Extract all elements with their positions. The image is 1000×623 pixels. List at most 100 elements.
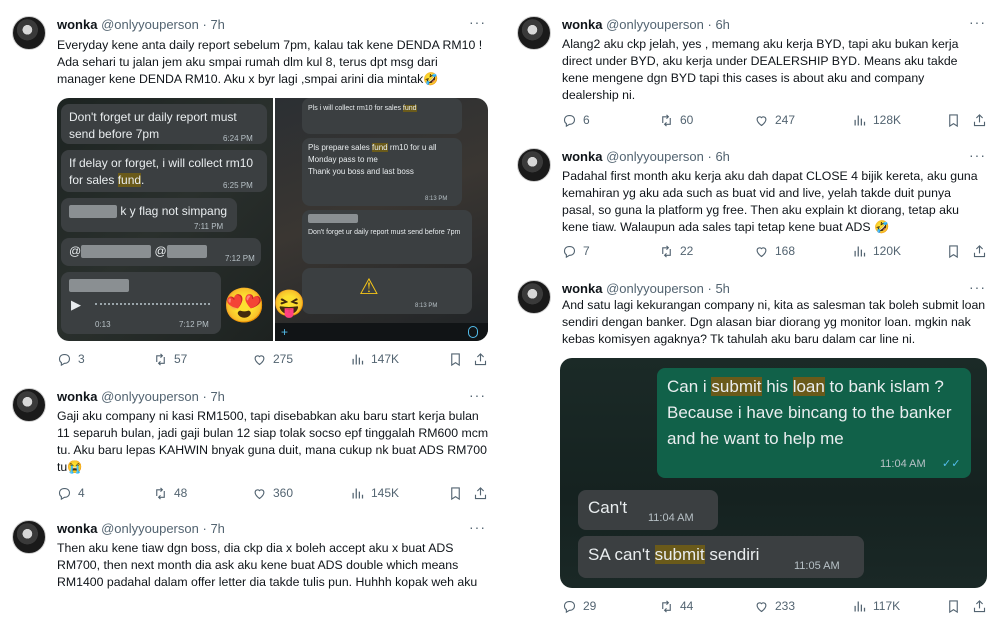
avatar[interactable] [517,148,551,182]
heart-icon [252,352,267,367]
timestamp[interactable]: 7h [210,17,224,32]
author-handle[interactable]: @onlyyouperson [606,281,704,296]
tweet-daily-report[interactable]: wonka @onlyyouperson · 7h ··· Everyday k… [0,0,500,380]
share-button[interactable] [473,486,488,501]
mic-icon[interactable] [468,326,478,338]
tweet-boss[interactable]: wonka @onlyyouperson · 7h ··· Then aku k… [0,512,500,623]
share-button[interactable] [972,599,987,614]
more-options-icon[interactable]: ··· [969,279,986,295]
redacted-block [81,245,152,259]
like-button[interactable]: 233 [754,599,795,614]
chat-input-bar[interactable] [275,323,488,341]
like-button[interactable]: 168 [754,244,795,259]
timestamp[interactable]: 5h [715,281,729,296]
message-time: 6:25 PM [223,181,253,190]
tweet-loan[interactable]: wonka @onlyyouperson · 5h ··· And satu l… [505,270,1000,623]
avatar[interactable] [12,16,46,50]
reply-button[interactable]: 29 [562,599,596,614]
like-count: 247 [775,113,796,127]
avatar[interactable] [517,16,551,50]
read-receipt-icon: ✓✓ [942,458,961,470]
views-button[interactable]: 120K [852,244,901,259]
author-name[interactable]: wonka [57,521,97,536]
more-options-icon[interactable]: ··· [469,14,486,30]
separator-dot: · [202,521,207,536]
views-button[interactable]: 128K [852,113,901,128]
bookmark-button[interactable] [946,244,961,259]
author-handle[interactable]: @onlyyouperson [101,521,199,536]
plus-icon[interactable]: + [281,325,288,339]
tweet-header: wonka @onlyyouperson · 7h [57,521,225,536]
more-options-icon[interactable]: ··· [469,519,486,535]
more-options-icon[interactable]: ··· [969,147,986,163]
retweet-icon [659,244,674,259]
message-text: Don't forget ur daily report must send b… [308,229,461,236]
views-button[interactable]: 117K [852,599,900,614]
like-button[interactable]: 360 [252,486,293,501]
retweet-count: 60 [680,113,694,127]
message-text: @ [69,244,82,258]
share-button[interactable] [972,244,987,259]
bookmark-button[interactable] [946,599,961,614]
bookmark-button[interactable] [946,113,961,128]
views-button[interactable]: 145K [350,486,399,501]
author-name[interactable]: wonka [562,17,602,32]
retweet-button[interactable]: 44 [659,599,693,614]
author-handle[interactable]: @onlyyouperson [101,389,199,404]
reply-count: 6 [583,113,590,127]
bookmark-icon [448,486,463,501]
author-name[interactable]: wonka [562,149,602,164]
separator-dot: · [707,149,712,164]
retweet-button[interactable]: 60 [659,113,693,128]
message-text: Pls prepare sales [308,143,373,152]
author-handle[interactable]: @onlyyouperson [606,17,704,32]
play-icon[interactable]: ▶ [71,297,81,313]
author-handle[interactable]: @onlyyouperson [101,17,199,32]
highlight-text: fund [372,143,388,152]
retweet-button[interactable]: 48 [153,486,187,501]
retweet-button[interactable]: 57 [153,352,187,367]
reply-button[interactable]: 6 [562,113,590,128]
separator-dot: · [707,17,712,32]
tweet-close-4[interactable]: wonka @onlyyouperson · 6h ··· Padahal fi… [505,138,1000,270]
author-handle[interactable]: @onlyyouperson [606,149,704,164]
reply-button[interactable]: 3 [57,352,85,367]
timestamp[interactable]: 6h [715,17,729,32]
timestamp[interactable]: 7h [210,521,224,536]
views-icon [350,352,365,367]
retweet-count: 48 [174,486,188,500]
share-button[interactable] [972,113,987,128]
chat-screenshot-right[interactable]: Pls i will collect rm10 for sales fund P… [275,98,488,341]
chat-screenshot-loan[interactable]: Can i submit his loan to bank islam ? Be… [560,358,987,588]
like-button[interactable]: 275 [252,352,293,367]
views-button[interactable]: 147K [350,352,399,367]
timestamp[interactable]: 7h [210,389,224,404]
highlight-text: fund [402,105,417,112]
reply-icon [562,113,577,128]
retweet-icon [153,352,168,367]
waveform [95,303,210,311]
more-options-icon[interactable]: ··· [469,387,486,403]
share-button[interactable] [473,352,488,367]
timestamp[interactable]: 6h [715,149,729,164]
avatar[interactable] [517,280,551,314]
reply-button[interactable]: 4 [57,486,85,501]
author-name[interactable]: wonka [562,281,602,296]
bookmark-button[interactable] [448,352,463,367]
retweet-button[interactable]: 22 [659,244,693,259]
tweet-byd[interactable]: wonka @onlyyouperson · 6h ··· Alang2 aku… [505,0,1000,138]
share-icon [473,352,488,367]
author-name[interactable]: wonka [57,389,97,404]
chat-screenshot-left[interactable]: Don't forget ur daily report must send b… [57,98,273,341]
reply-button[interactable]: 7 [562,244,590,259]
heart-icon [754,244,769,259]
more-options-icon[interactable]: ··· [969,14,986,30]
avatar[interactable] [12,388,46,422]
like-count: 168 [775,244,796,258]
avatar[interactable] [12,520,46,554]
author-name[interactable]: wonka [57,17,97,32]
bookmark-button[interactable] [448,486,463,501]
like-button[interactable]: 247 [754,113,795,128]
chat-bubble: Don't forget ur daily report must send b… [302,210,472,264]
tweet-salary[interactable]: wonka @onlyyouperson · 7h ··· Gaji aku c… [0,380,500,510]
